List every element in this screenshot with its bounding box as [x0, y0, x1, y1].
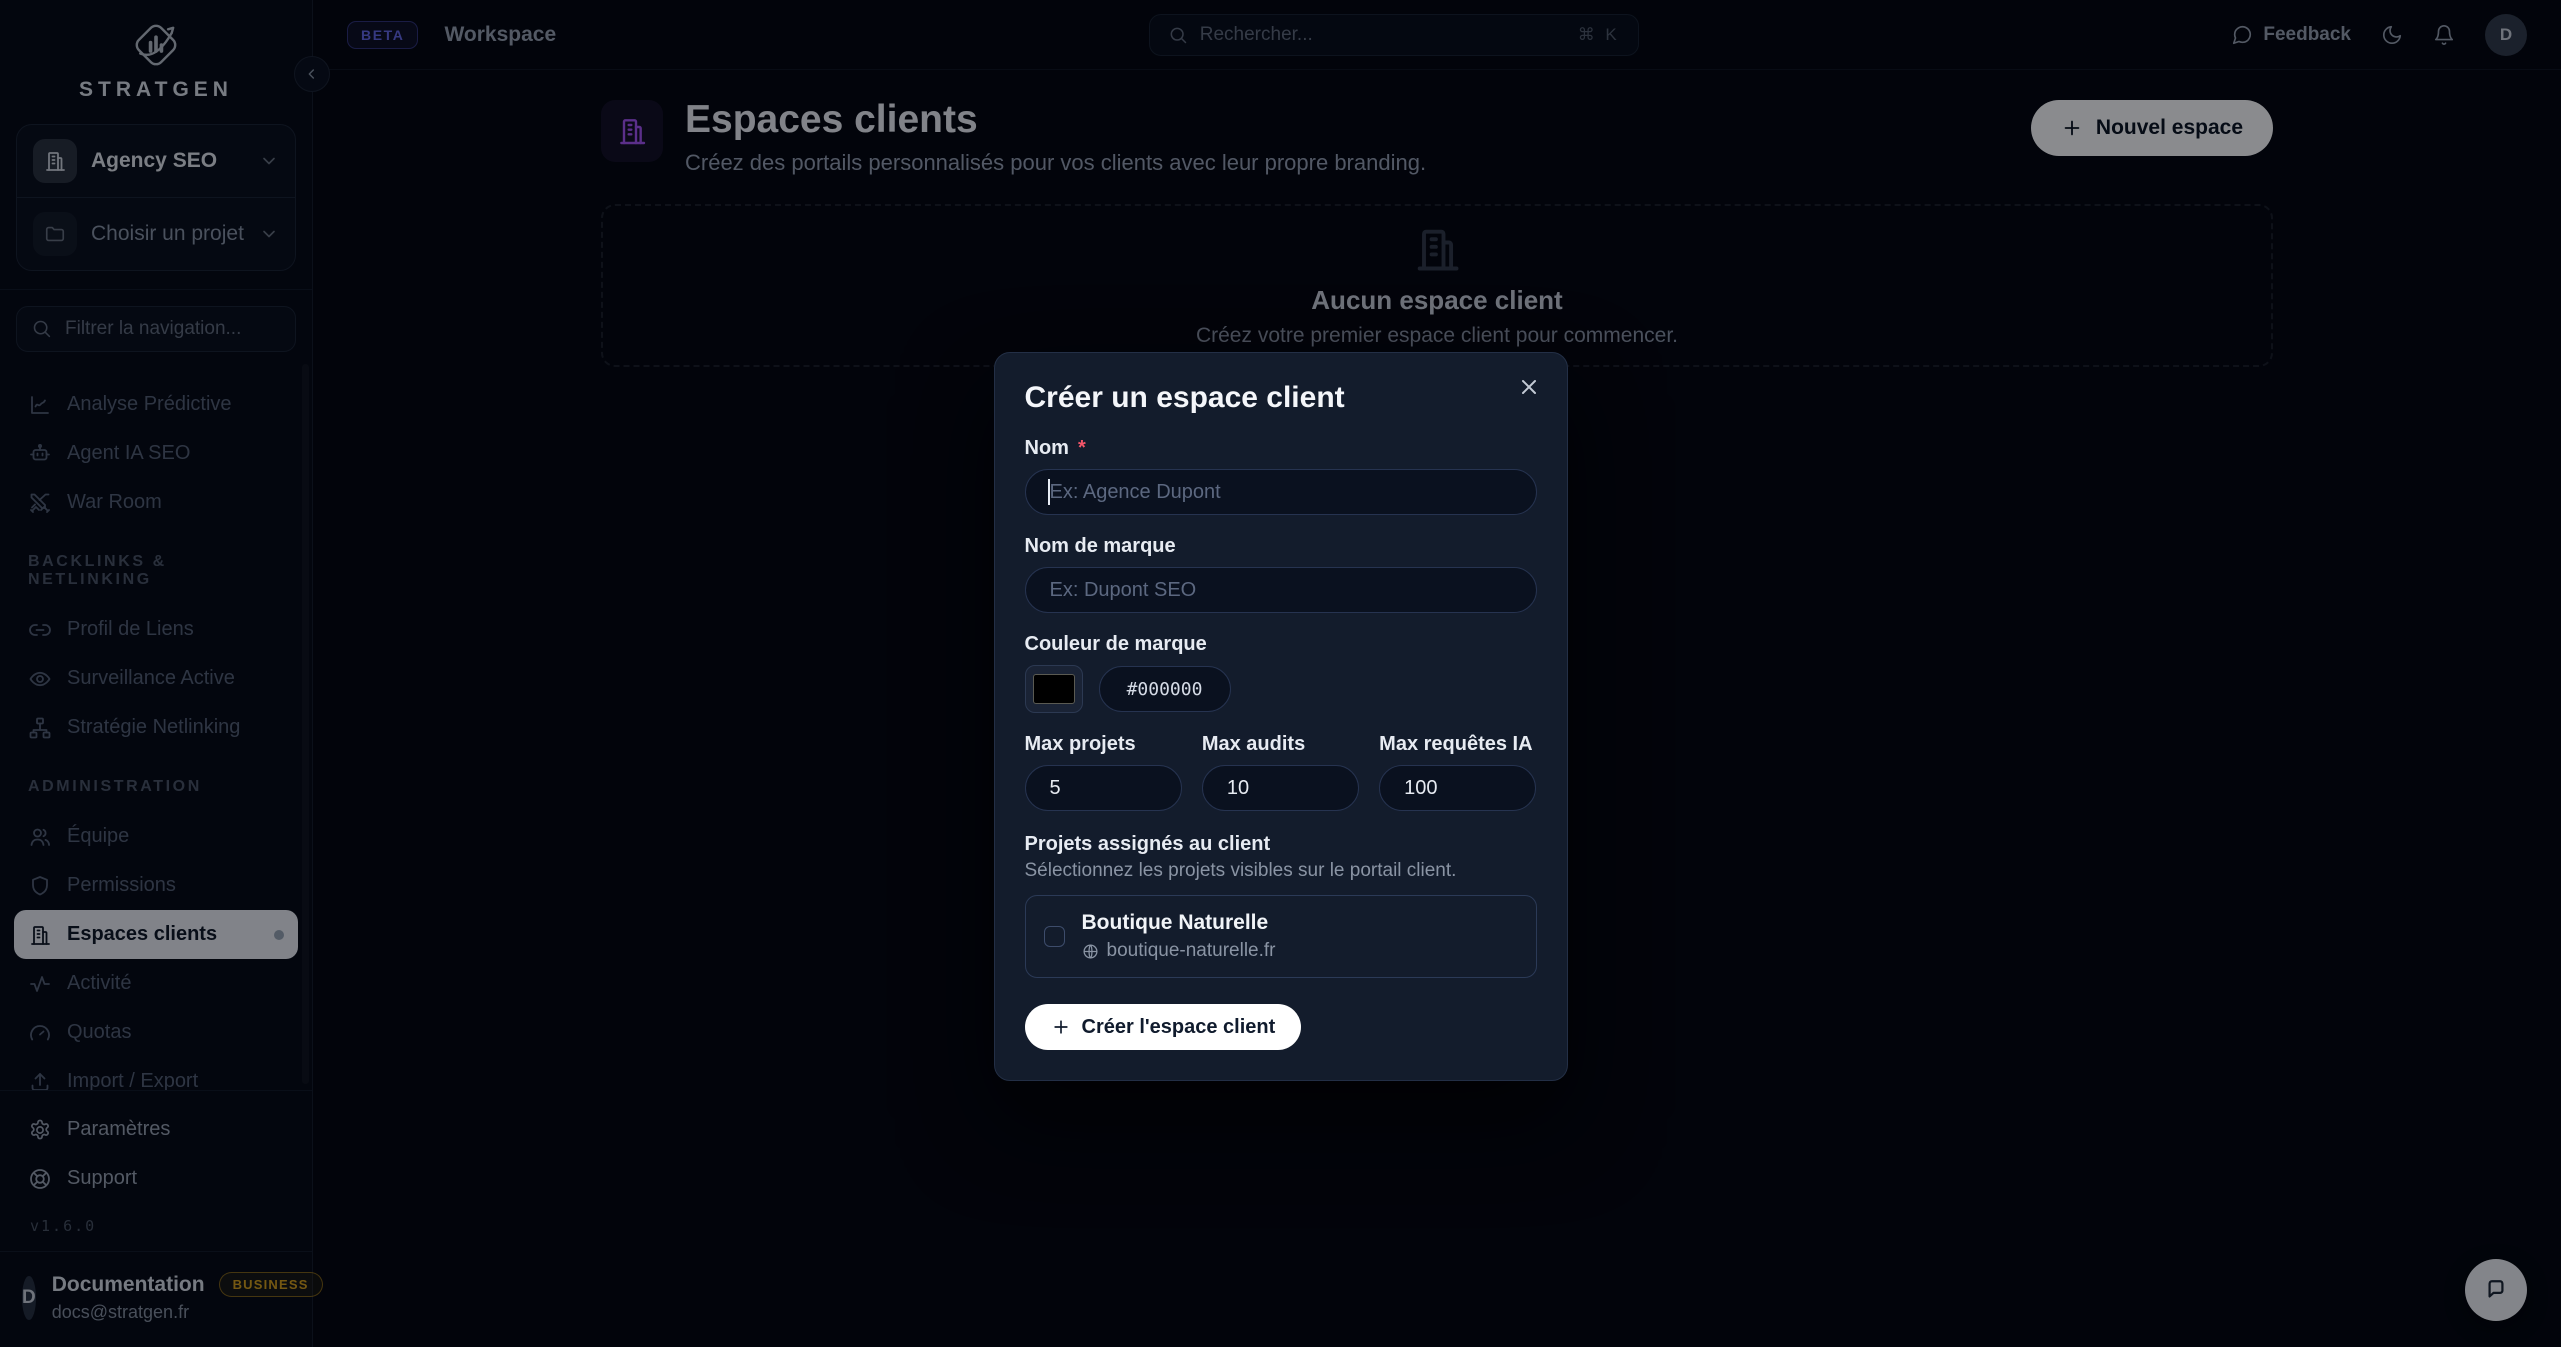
- close-icon[interactable]: [1517, 375, 1541, 399]
- project-name: Boutique Naturelle: [1082, 911, 1276, 935]
- color-picker-swatch[interactable]: [1025, 665, 1083, 713]
- create-client-space-button[interactable]: Créer l'espace client: [1025, 1004, 1302, 1050]
- max-audits-input[interactable]: [1202, 765, 1359, 811]
- color-swatch-value: [1033, 674, 1075, 704]
- assigned-projects-label: Projets assignés au client: [1025, 833, 1271, 856]
- brand-name-input[interactable]: [1025, 567, 1537, 613]
- globe-icon: [1082, 943, 1099, 960]
- max-ai-requests-input[interactable]: [1379, 765, 1536, 811]
- assigned-projects-hint: Sélectionnez les projets visibles sur le…: [1025, 860, 1537, 882]
- project-checkbox[interactable]: [1044, 926, 1065, 947]
- max-audits-label: Max audits: [1202, 733, 1305, 756]
- name-field-label: Nom: [1025, 437, 1069, 460]
- create-client-space-modal: Créer un espace client Nom * Nom de marq…: [994, 352, 1568, 1081]
- max-projects-input[interactable]: [1025, 765, 1182, 811]
- project-domain: boutique-naturelle.fr: [1107, 940, 1276, 962]
- brand-color-field-label: Couleur de marque: [1025, 633, 1207, 656]
- project-option-boutique-naturelle[interactable]: Boutique Naturelle boutique-naturelle.fr: [1025, 895, 1537, 978]
- create-client-space-button-label: Créer l'espace client: [1082, 1016, 1276, 1039]
- text-caret: [1048, 479, 1050, 505]
- max-projects-label: Max projets: [1025, 733, 1136, 756]
- max-ai-requests-label: Max requêtes IA: [1379, 733, 1532, 756]
- app-root: STRATGEN Agency SEO Choisir un projet: [0, 0, 2561, 1347]
- required-asterisk: *: [1078, 437, 1086, 460]
- name-input[interactable]: [1025, 469, 1537, 515]
- brand-name-field-label: Nom de marque: [1025, 535, 1176, 558]
- color-hex-input[interactable]: [1099, 666, 1231, 712]
- modal-title: Créer un espace client: [1025, 381, 1537, 415]
- plus-icon: [1051, 1017, 1071, 1037]
